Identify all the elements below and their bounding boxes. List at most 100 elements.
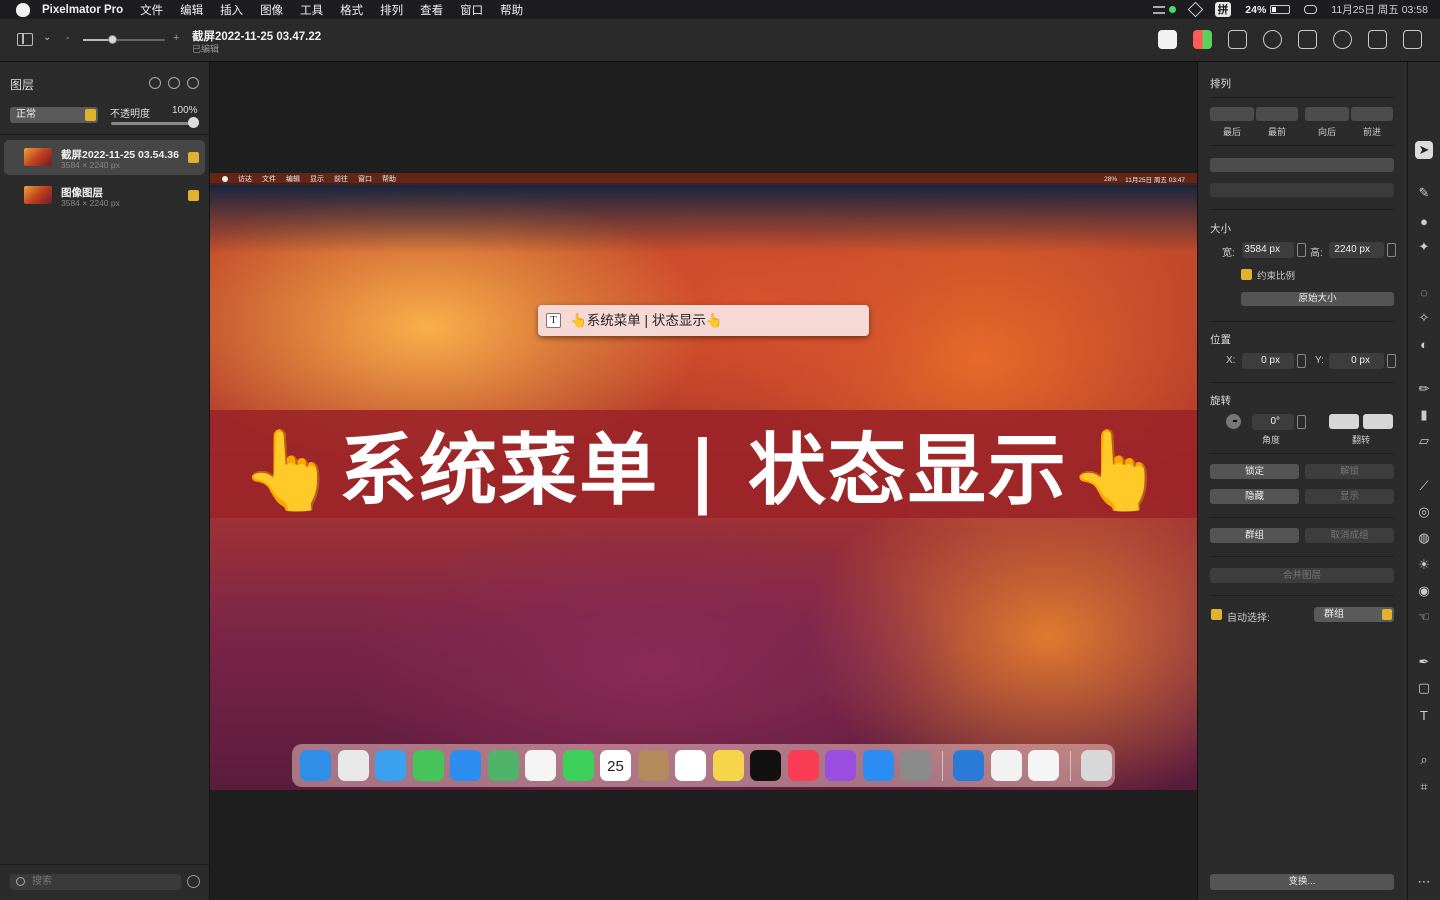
menu-tools[interactable]: 工具 bbox=[300, 2, 323, 18]
hide-button[interactable]: 隐藏 bbox=[1210, 489, 1299, 504]
send-to-back-button[interactable] bbox=[1210, 107, 1254, 121]
rotation-dial[interactable] bbox=[1226, 414, 1241, 429]
magic-select-icon[interactable]: ✧ bbox=[1415, 309, 1433, 327]
menu-insert[interactable]: 插入 bbox=[220, 2, 243, 18]
quick-select-icon[interactable]: ◐ bbox=[1415, 335, 1433, 353]
crop-share-icon[interactable] bbox=[1298, 30, 1317, 49]
height-field[interactable]: 2240 px bbox=[1329, 242, 1396, 258]
layer-options-icon[interactable] bbox=[149, 77, 161, 89]
clock[interactable]: 11月25日 周五 03:58 bbox=[1331, 2, 1428, 17]
arrange-tool-icon[interactable]: ➤ bbox=[1415, 141, 1433, 159]
sponge-tool-icon[interactable]: ◉ bbox=[1415, 582, 1433, 600]
layer-item[interactable]: 图像图层 3584 × 2240 px bbox=[4, 178, 205, 213]
layer-search-input[interactable]: 搜索 bbox=[10, 874, 181, 890]
width-field[interactable]: 3584 px bbox=[1242, 242, 1306, 258]
layer-item[interactable]: 截屏2022-11-25 03.54.36 3584 × 2240 px bbox=[4, 140, 205, 175]
style-tool-icon[interactable]: ✎ bbox=[1415, 184, 1433, 202]
zoom-slider-knob[interactable] bbox=[108, 35, 117, 44]
ungroup-button[interactable]: 取消成组 bbox=[1305, 528, 1394, 543]
warp-tool-icon[interactable]: ☜ bbox=[1415, 608, 1433, 626]
document-image[interactable]: 访达 文件 编辑 显示 前往 窗口 帮助 28% 11月25日 周五 03:47… bbox=[210, 173, 1197, 790]
fill-tool-icon[interactable]: ▮ bbox=[1415, 406, 1433, 424]
show-button[interactable]: 显示 bbox=[1305, 489, 1394, 504]
control-center-icon[interactable] bbox=[1304, 5, 1318, 14]
input-method-icon[interactable]: 拼 bbox=[1214, 2, 1232, 17]
stepper-icon[interactable] bbox=[1387, 354, 1396, 368]
sparkle-tool-icon[interactable]: ✦ bbox=[1415, 238, 1433, 256]
constrain-checkbox[interactable] bbox=[1241, 269, 1252, 280]
transform-button[interactable]: 变换... bbox=[1210, 874, 1394, 890]
opacity-slider-knob[interactable] bbox=[188, 117, 199, 128]
text-layer-content[interactable]: 👆系统菜单 | 状态显示👆 bbox=[570, 313, 723, 328]
angle-field[interactable]: 0° bbox=[1252, 414, 1306, 430]
pen-tool-icon[interactable]: ✒ bbox=[1415, 653, 1433, 671]
menu-format[interactable]: 格式 bbox=[340, 2, 363, 18]
x-field[interactable]: 0 px bbox=[1242, 353, 1306, 369]
repair-tool-icon[interactable]: ⟋ bbox=[1415, 477, 1433, 495]
menu-file[interactable]: 文件 bbox=[140, 2, 163, 18]
original-size-button[interactable]: 原始大小 bbox=[1241, 292, 1394, 306]
apple-menu-icon[interactable] bbox=[16, 2, 30, 17]
battery-icon[interactable] bbox=[1270, 5, 1291, 14]
menu-arrange[interactable]: 排列 bbox=[380, 2, 403, 18]
flip-vertical-button[interactable] bbox=[1363, 414, 1393, 429]
selection-tool-icon[interactable]: ◌ bbox=[1415, 283, 1433, 301]
merge-layers-button[interactable]: 合并图层 bbox=[1210, 568, 1394, 583]
crop-tool-icon[interactable]: ⌗ bbox=[1415, 778, 1433, 796]
menu-image[interactable]: 图像 bbox=[260, 2, 283, 18]
zoom-out-button[interactable]: - bbox=[66, 32, 70, 44]
sidebar-toggle-icon[interactable] bbox=[17, 33, 33, 46]
layer-visibility-checkbox[interactable] bbox=[188, 152, 199, 163]
zoom-slider[interactable] bbox=[83, 35, 165, 44]
menu-help[interactable]: 帮助 bbox=[500, 2, 523, 18]
lighten-tool-icon[interactable]: ☀ bbox=[1415, 556, 1433, 574]
distribute-buttons-row[interactable] bbox=[1210, 183, 1394, 197]
canvas-area[interactable]: 访达 文件 编辑 显示 前往 窗口 帮助 28% 11月25日 周五 03:47… bbox=[210, 62, 1197, 900]
sidebar-right-icon[interactable] bbox=[1403, 30, 1422, 49]
stepper-icon[interactable] bbox=[1297, 354, 1306, 368]
stepper-icon[interactable] bbox=[1297, 415, 1306, 429]
bring-forward-button[interactable] bbox=[1351, 107, 1393, 121]
more-icon[interactable] bbox=[1333, 30, 1352, 49]
shapes-tool-icon[interactable]: ▢ bbox=[1415, 679, 1433, 697]
zoom-tool-icon[interactable]: ⌕ bbox=[1415, 751, 1433, 769]
arrange-icon[interactable] bbox=[1158, 30, 1177, 49]
y-field[interactable]: 0 px bbox=[1329, 353, 1396, 369]
clone-tool-icon[interactable]: ◎ bbox=[1415, 503, 1433, 521]
opacity-value[interactable]: 100% bbox=[172, 105, 198, 116]
layer-visibility-checkbox[interactable] bbox=[188, 190, 199, 201]
filter-icon[interactable] bbox=[187, 875, 200, 888]
flip-horizontal-button[interactable] bbox=[1329, 414, 1359, 429]
color-adjust-icon[interactable] bbox=[1193, 30, 1212, 49]
layer-stack-icon[interactable] bbox=[168, 77, 180, 89]
send-backward-button[interactable] bbox=[1305, 107, 1349, 121]
more-tools-icon[interactable]: ⋯ bbox=[1415, 873, 1433, 891]
zoom-in-button[interactable]: + bbox=[173, 32, 179, 44]
info-icon[interactable] bbox=[1263, 30, 1282, 49]
eraser-tool-icon[interactable]: ▱ bbox=[1415, 432, 1433, 450]
add-layer-icon[interactable] bbox=[187, 77, 199, 89]
bring-to-front-button[interactable] bbox=[1256, 107, 1298, 121]
opacity-slider[interactable] bbox=[111, 122, 199, 125]
menu-window[interactable]: 窗口 bbox=[460, 2, 483, 18]
stepper-icon[interactable] bbox=[1387, 243, 1396, 257]
effects-tool-icon[interactable]: ● bbox=[1415, 212, 1433, 230]
status-bars-icon[interactable] bbox=[1152, 5, 1165, 14]
photo-browser-icon[interactable] bbox=[1228, 30, 1247, 49]
menu-view[interactable]: 查看 bbox=[420, 2, 443, 18]
text-layer-box[interactable]: T 👆系统菜单 | 状态显示👆 bbox=[538, 305, 869, 336]
align-buttons-row[interactable] bbox=[1210, 158, 1394, 172]
stepper-icon[interactable] bbox=[1297, 243, 1306, 257]
paint-tool-icon[interactable]: ✏ bbox=[1415, 380, 1433, 398]
vpn-icon[interactable] bbox=[1187, 1, 1204, 18]
unlock-button[interactable]: 解锁 bbox=[1305, 464, 1394, 479]
blur-tool-icon[interactable]: ◍ bbox=[1415, 529, 1433, 547]
lock-button[interactable]: 锁定 bbox=[1210, 464, 1299, 479]
menu-edit[interactable]: 编辑 bbox=[180, 2, 203, 18]
auto-select-dropdown[interactable]: 群组 bbox=[1314, 607, 1394, 622]
chevron-down-icon[interactable]: ⌄ bbox=[43, 32, 51, 43]
group-button[interactable]: 群组 bbox=[1210, 528, 1299, 543]
auto-select-checkbox[interactable] bbox=[1211, 609, 1222, 620]
share-icon[interactable] bbox=[1368, 30, 1387, 49]
menu-app-name[interactable]: Pixelmator Pro bbox=[42, 4, 123, 16]
